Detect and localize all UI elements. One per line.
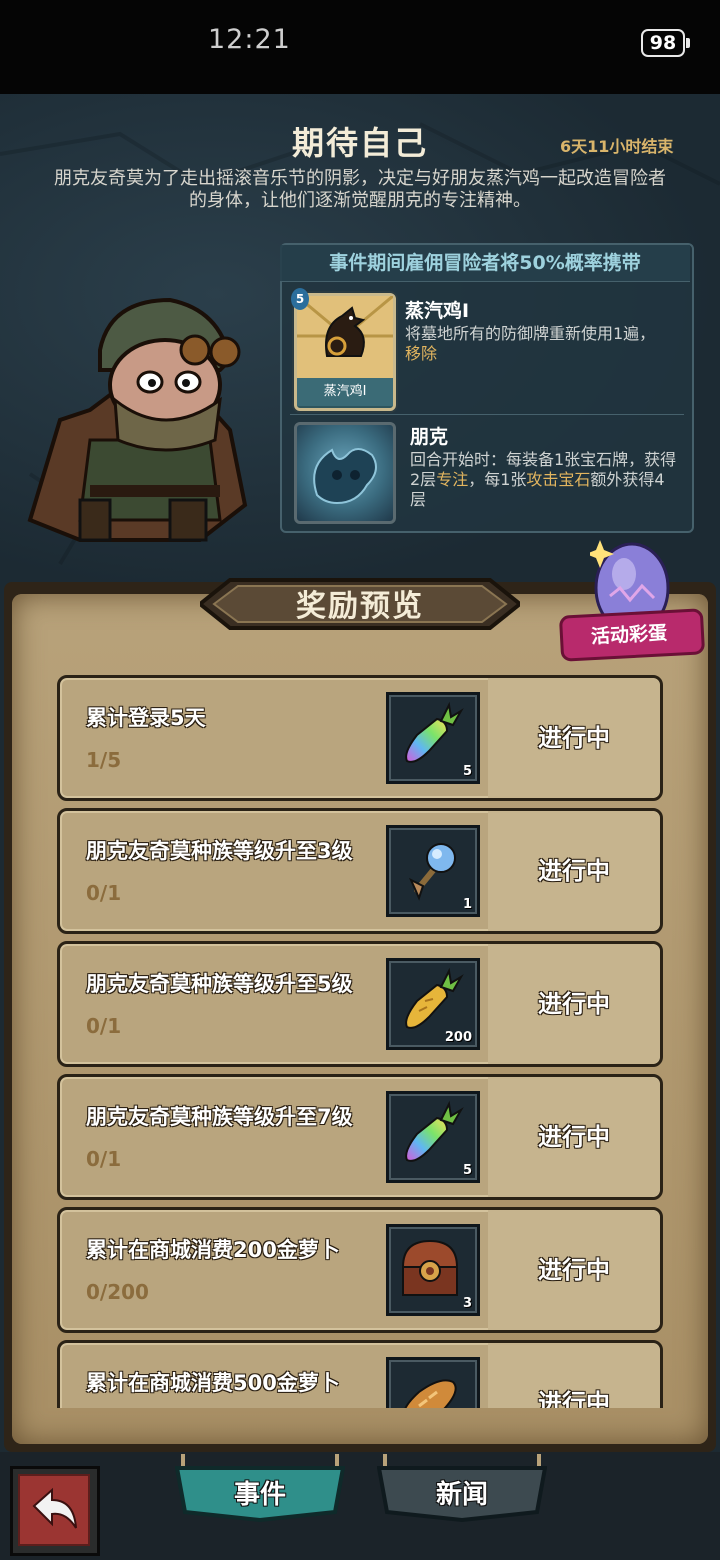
tab-news-label: 新闻	[435, 1480, 488, 1510]
reward-item[interactable]: 5	[386, 692, 480, 784]
clock: 12:21	[208, 24, 291, 55]
reward-qty: 200	[444, 1030, 472, 1045]
task-progress: 0/1	[86, 881, 122, 905]
trait-description: 回合开始时：每装备1张宝石牌，获得2层专注，每1张攻击宝石额外获得4层	[410, 450, 680, 510]
reward-item[interactable]	[386, 1357, 480, 1408]
reward-row: 朋克友奇莫种族等级升至7级 0/1 5 进行中	[57, 1074, 663, 1200]
task-status: 进行中	[538, 1123, 610, 1151]
reward-row: 累计在商城消费200金萝卜 0/200 3 进行中	[57, 1207, 663, 1333]
blue-gem-key-icon	[408, 843, 456, 901]
task-status: 进行中	[538, 724, 610, 752]
card-description: 将墓地所有的防御牌重新使用1遍， 移除	[405, 324, 675, 364]
bottom-nav	[0, 1452, 720, 1560]
punk-character-portrait	[20, 290, 270, 550]
card-name: 蒸汽鸡I	[405, 300, 470, 322]
reward-qty: 3	[462, 1296, 472, 1311]
event-countdown: 6天11小时结束	[560, 137, 674, 156]
gold-carrot-icon	[405, 967, 464, 1029]
reward-row: 朋克友奇莫种族等级升至5级 0/1 200 进行中	[57, 941, 663, 1067]
event-bonus-header: 事件期间雇佣冒险者将50%概率携带	[280, 245, 690, 282]
reward-qty: 5	[462, 1163, 472, 1178]
reward-row: 朋克友奇莫种族等级升至3级 0/1 1 进行中	[57, 808, 663, 934]
task-progress: 0/1	[86, 1147, 122, 1171]
trait-desc-2: ，每1张	[468, 470, 527, 489]
reward-item[interactable]: 3	[386, 1224, 480, 1316]
task-title: 累计在商城消费200金萝卜	[86, 1238, 340, 1262]
punk-trait-icon[interactable]	[294, 422, 396, 524]
treasure-chest-icon	[401, 1239, 459, 1296]
rainbow-carrot-icon	[405, 1100, 464, 1162]
task-title: 累计登录5天	[86, 706, 206, 730]
back-button-face[interactable]	[18, 1474, 90, 1546]
bread-icon	[404, 1379, 457, 1408]
event-description: 朋克友奇莫为了走出摇滚音乐节的阴影，决定与好朋友蒸汽鸡一起改造冒险者的身体，让他…	[54, 168, 666, 211]
battery-indicator: 98	[641, 29, 690, 57]
reward-item[interactable]: 5	[386, 1091, 480, 1183]
rainbow-carrot-icon	[405, 701, 464, 763]
reward-list[interactable]: 累计登录5天 1/5 5 进行中 朋克友奇莫种族等级升至3级 0/1 1 进行中	[30, 665, 690, 1408]
card-label: 蒸汽鸡I	[297, 378, 393, 406]
status-bar	[0, 0, 720, 94]
task-progress: 0/1	[86, 1014, 122, 1038]
task-progress: 1/5	[86, 748, 122, 772]
tab-event-label: 事件	[233, 1480, 286, 1510]
reward-item[interactable]: 1	[386, 825, 480, 917]
back-arrow-icon	[32, 1487, 77, 1529]
reward-qty: 5	[462, 764, 472, 779]
reward-row: 累计登录5天 1/5 5 进行中	[57, 675, 663, 801]
reward-row: 累计在商城消费500金萝卜 进行中	[57, 1340, 663, 1408]
task-title: 朋克友奇莫种族等级升至5级	[86, 972, 353, 996]
trait-name: 朋克	[410, 426, 449, 448]
task-status: 进行中	[538, 1389, 610, 1408]
task-title: 朋克友奇莫种族等级升至3级	[86, 839, 353, 863]
task-title: 朋克友奇莫种族等级升至7级	[86, 1105, 353, 1129]
reward-qty: 1	[462, 897, 472, 912]
task-status: 进行中	[538, 1256, 610, 1284]
task-status: 进行中	[538, 990, 610, 1018]
trait-highlight-2: 攻击宝石	[526, 470, 591, 489]
task-status: 进行中	[538, 857, 610, 885]
panel-divider	[290, 414, 684, 415]
task-title: 累计在商城消费500金萝卜	[86, 1371, 340, 1395]
spirit-flame-icon	[313, 448, 377, 505]
task-progress: 0/200	[86, 1280, 149, 1304]
trait-highlight-1: 专注	[436, 470, 469, 489]
card-desc-highlight: 移除	[405, 344, 438, 363]
reward-item[interactable]: 200	[386, 958, 480, 1050]
rewards-title: 奖励预览	[296, 589, 424, 624]
steam-chicken-card[interactable]: 5 蒸汽鸡I	[291, 288, 396, 411]
card-desc-text: 将墓地所有的防御牌重新使用1遍，	[405, 324, 656, 343]
card-cost-badge: 5	[291, 288, 309, 310]
rooster-icon	[296, 294, 394, 378]
